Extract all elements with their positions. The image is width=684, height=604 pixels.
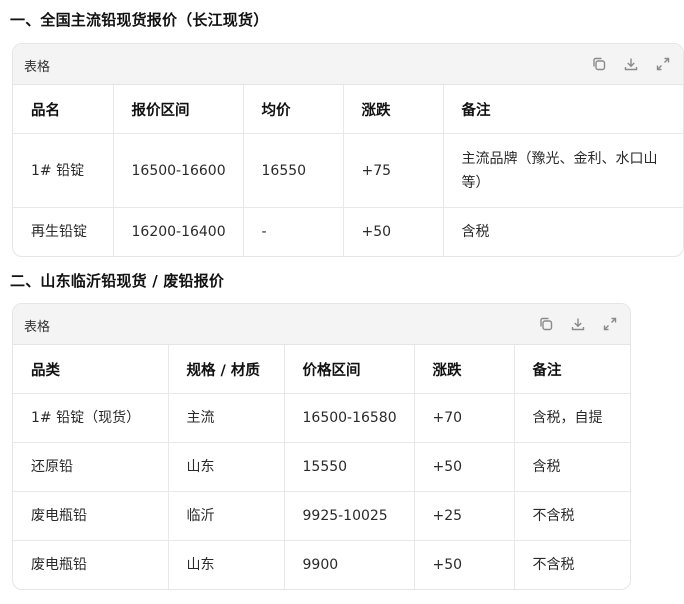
column-header: 报价区间 <box>113 85 244 134</box>
column-header: 涨跌 <box>343 85 444 134</box>
table-row: 1# 铅锭 16500-16600 16550 +75 主流品牌（豫光、金利、水… <box>13 133 683 208</box>
table-card-header: 表格 <box>13 44 683 85</box>
table-card-2: 表格 品类 规格 / 材质 价格区间 涨跌 备注 1# 铅锭（现货） 主流 16… <box>12 303 631 590</box>
table-cell: 山东 <box>168 442 285 492</box>
table-cell: 含税 <box>461 224 490 240</box>
table-cell: 不含税 <box>532 557 575 573</box>
column-header: 规格 / 材质 <box>168 345 285 394</box>
table-row: 1# 铅锭（现货） 主流 16500-16580 +70 含税，自提 <box>13 393 630 443</box>
table-cell: +25 <box>414 491 515 541</box>
table-toolbar <box>536 314 620 334</box>
table-header-row: 品类 规格 / 材质 价格区间 涨跌 备注 <box>13 345 630 394</box>
column-header: 涨跌 <box>414 345 515 394</box>
table-cell: 16500-16600 <box>113 133 244 208</box>
table-card-header: 表格 <box>13 304 630 345</box>
table-cell: - <box>243 207 344 256</box>
table-cell: 16200-16400 <box>113 207 244 256</box>
table-cell: +50 <box>343 207 444 256</box>
table-cell: +50 <box>414 540 515 589</box>
column-header: 品类 <box>13 345 169 394</box>
table-cell: 再生铅锭 <box>13 207 114 256</box>
table-row: 废电瓶铅 山东 9900 +50 不含税 <box>13 540 630 589</box>
section-heading-2: 二、山东临沂铅现货 / 废铅报价 <box>10 272 225 290</box>
copy-icon[interactable] <box>589 54 609 74</box>
price-table-2: 品类 规格 / 材质 价格区间 涨跌 备注 1# 铅锭（现货） 主流 16500… <box>13 345 630 589</box>
table-card-1: 表格 品名 报价区间 均价 涨跌 备注 1# 铅锭 16500-16600 16… <box>12 43 684 257</box>
expand-icon[interactable] <box>600 314 620 334</box>
table-header-row: 品名 报价区间 均价 涨跌 备注 <box>13 85 683 134</box>
table-cell: +75 <box>343 133 444 208</box>
table-cell: 临沂 <box>168 491 285 541</box>
table-cell: 9900 <box>284 540 415 589</box>
column-header: 备注 <box>514 345 630 394</box>
table-cell: 废电瓶铅 <box>13 540 169 589</box>
column-header: 备注 <box>443 85 683 134</box>
table-cell: 废电瓶铅 <box>13 491 169 541</box>
table-cell: 山东 <box>168 540 285 589</box>
table-row: 废电瓶铅 临沂 9925-10025 +25 不含税 <box>13 491 630 541</box>
table-cell: 16550 <box>243 133 344 208</box>
column-header: 品名 <box>13 85 114 134</box>
table-cell: 15550 <box>284 442 415 492</box>
table-cell: 16500-16580 <box>284 393 415 443</box>
table-toolbar <box>589 54 673 74</box>
table-card-title: 表格 <box>24 320 51 335</box>
table-cell: 主流 <box>168 393 285 443</box>
table-cell: +70 <box>414 393 515 443</box>
table-cell: 1# 铅锭（现货） <box>13 393 169 443</box>
table-row: 再生铅锭 16200-16400 - +50 含税 <box>13 207 683 256</box>
expand-icon[interactable] <box>653 54 673 74</box>
column-header: 价格区间 <box>284 345 415 394</box>
price-table-1: 品名 报价区间 均价 涨跌 备注 1# 铅锭 16500-16600 16550… <box>13 85 683 256</box>
download-icon[interactable] <box>621 54 641 74</box>
table-card-title: 表格 <box>24 60 51 75</box>
table-cell: +50 <box>414 442 515 492</box>
table-cell: 含税 <box>514 442 630 492</box>
table-cell: 主流品牌（豫光、金利、水口山等） <box>443 133 683 208</box>
column-header: 均价 <box>243 85 344 134</box>
table-cell: 含税，自提 <box>514 393 630 443</box>
table-cell: 9925-10025 <box>284 491 415 541</box>
table-row: 还原铅 山东 15550 +50 含税 <box>13 442 630 492</box>
table-cell: 1# 铅锭 <box>13 133 114 208</box>
section-heading-1: 一、全国主流铅现货报价（长江现货） <box>10 11 269 29</box>
download-icon[interactable] <box>568 314 588 334</box>
table-cell: 还原铅 <box>13 442 169 492</box>
copy-icon[interactable] <box>536 314 556 334</box>
table-cell: 不含税 <box>514 491 630 541</box>
